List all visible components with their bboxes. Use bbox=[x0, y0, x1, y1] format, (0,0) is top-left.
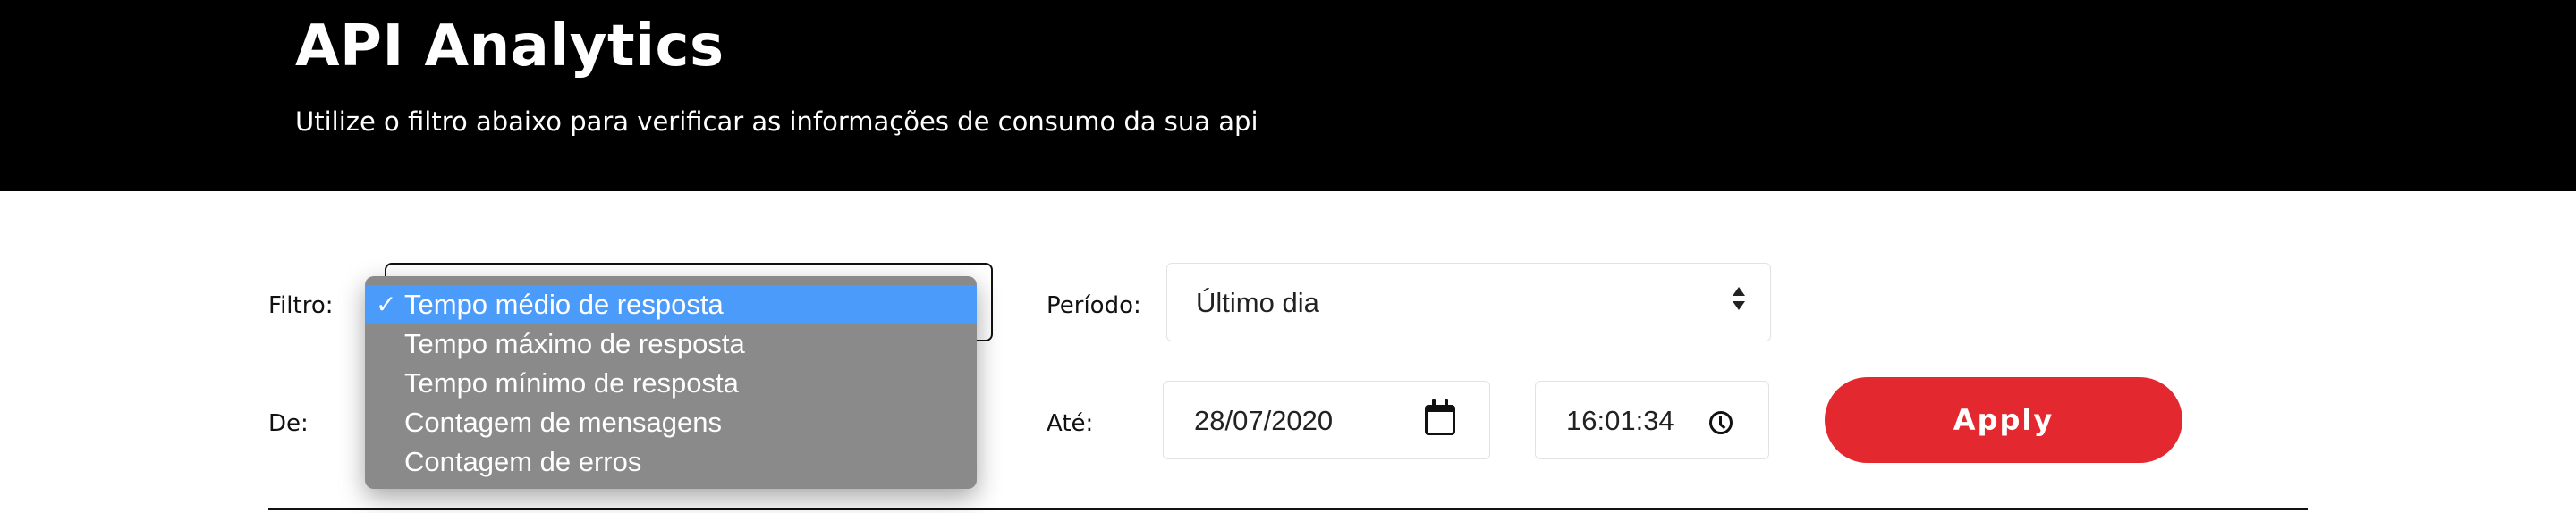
filtro-option[interactable]: Tempo mínimo de resposta bbox=[365, 364, 977, 403]
ate-date-input[interactable]: 28/07/2020 bbox=[1163, 381, 1490, 459]
ate-time-input[interactable]: 16:01:34 bbox=[1535, 381, 1769, 459]
filtro-label: Filtro: bbox=[268, 292, 334, 319]
checkmark-icon: ✓ bbox=[376, 290, 397, 318]
ate-date-value: 28/07/2020 bbox=[1194, 405, 1334, 436]
filtro-option-label: Contagem de mensagens bbox=[404, 407, 723, 438]
divider bbox=[268, 508, 2308, 510]
calendar-icon[interactable] bbox=[1425, 399, 1455, 435]
periodo-select[interactable]: Último dia bbox=[1166, 263, 1771, 341]
page-subtitle: Utilize o filtro abaixo para verificar a… bbox=[295, 106, 1258, 137]
filtro-option[interactable]: Contagem de erros bbox=[365, 442, 977, 482]
chevron-up-down-icon bbox=[1733, 287, 1747, 319]
periodo-label: Período: bbox=[1046, 292, 1141, 319]
filtro-option[interactable]: Contagem de mensagens bbox=[365, 403, 977, 442]
clock-icon[interactable] bbox=[1709, 411, 1733, 434]
de-label: De: bbox=[268, 410, 309, 437]
filtro-option-label: Tempo mínimo de resposta bbox=[404, 367, 739, 399]
filtro-option-label: Tempo máximo de resposta bbox=[404, 328, 745, 359]
ate-time-value: 16:01:34 bbox=[1566, 405, 1674, 436]
periodo-selected-value: Último dia bbox=[1196, 287, 1319, 318]
filtro-option-label: Tempo médio de resposta bbox=[404, 289, 724, 320]
filtro-option[interactable]: ✓ Tempo médio de resposta bbox=[365, 285, 977, 324]
apply-button[interactable]: Apply bbox=[1825, 377, 2182, 463]
page-title: API Analytics bbox=[295, 13, 724, 80]
ate-label: Até: bbox=[1046, 410, 1094, 437]
filtro-option[interactable]: Tempo máximo de resposta bbox=[365, 324, 977, 364]
filtro-dropdown-menu[interactable]: ✓ Tempo médio de resposta Tempo máximo d… bbox=[365, 276, 977, 489]
header-banner: API Analytics Utilize o filtro abaixo pa… bbox=[0, 0, 2576, 191]
filtro-option-label: Contagem de erros bbox=[404, 446, 642, 477]
